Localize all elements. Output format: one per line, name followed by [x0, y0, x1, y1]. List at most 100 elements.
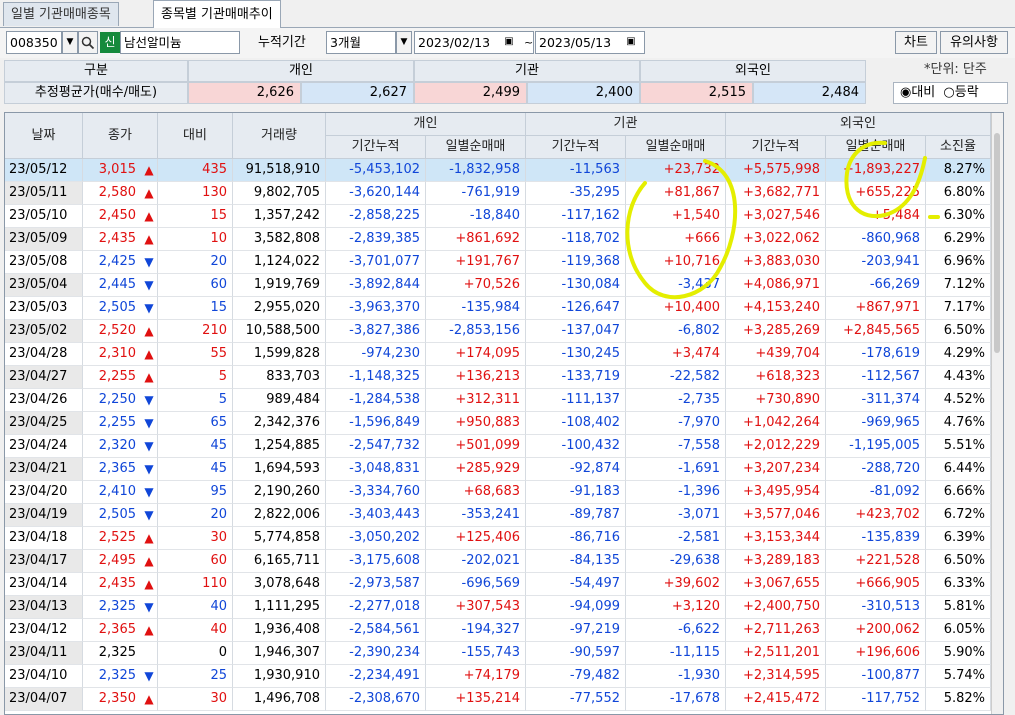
header-individual: 개인 — [326, 113, 526, 136]
table-row[interactable]: 23/05/08 2,425 ▼ 20 1,124,022 -3,701,077 +191,… — [5, 251, 995, 274]
table-row[interactable]: 23/05/11 2,580 ▲ 130 9,802,705 -3,620,144 -761… — [5, 182, 995, 205]
cell-ind-daily: -761,919 — [426, 182, 526, 205]
cell-ind-cum: -1,284,538 — [326, 389, 426, 412]
cell-for-daily: +2,845,565 — [826, 320, 926, 343]
table-row[interactable]: 23/05/02 2,520 ▲ 210 10,588,500 -3,827,386 -2,… — [5, 320, 995, 343]
header-change: 대비 — [158, 113, 233, 159]
table-row[interactable]: 23/04/25 2,255 ▼ 65 2,342,376 -1,596,849 +950,… — [5, 412, 995, 435]
table-row[interactable]: 23/04/18 2,525 ▲ 30 5,774,858 -3,050,202 +125,… — [5, 527, 995, 550]
cell-exhaust: 6.29% — [926, 228, 991, 251]
cell-change: 60 — [158, 274, 233, 297]
company-name-field[interactable]: 남선알미늄 — [120, 31, 240, 54]
cell-close: 2,325 — [83, 665, 141, 688]
scrollbar-thumb[interactable] — [994, 133, 1000, 353]
cell-for-daily: -969,965 — [826, 412, 926, 435]
summary-row-label: 추정평균가(매수/매도) — [4, 82, 188, 104]
cell-volume: 1,936,408 — [233, 619, 326, 642]
table-row[interactable]: 23/04/27 2,255 ▲ 5 833,703 -1,148,325 +136,213… — [5, 366, 995, 389]
search-button[interactable] — [78, 31, 98, 54]
chevron-down-icon: ▼ — [66, 37, 74, 47]
summary-institution-header: 기관 — [414, 60, 640, 82]
code-dropdown-button[interactable]: ▼ — [62, 31, 78, 54]
cell-for-daily: +200,062 — [826, 619, 926, 642]
cell-close: 2,505 — [83, 297, 141, 320]
cell-ind-cum: -2,308,670 — [326, 688, 426, 711]
table-row[interactable]: 23/04/28 2,310 ▲ 55 1,599,828 -974,230 +174,09… — [5, 343, 995, 366]
table-row[interactable]: 23/04/07 2,350 ▲ 30 1,496,708 -2,308,670 +135,… — [5, 688, 995, 711]
cell-inst-daily: +39,602 — [626, 573, 726, 596]
table-row[interactable]: 23/04/10 2,325 ▼ 25 1,930,910 -2,234,491 +74,1… — [5, 665, 995, 688]
cell-close: 2,325 — [83, 596, 141, 619]
individual-buy-avg: 2,626 — [188, 82, 301, 104]
cell-close: 2,325 — [83, 642, 141, 665]
cell-close: 2,250 — [83, 389, 141, 412]
vertical-scrollbar[interactable] — [991, 113, 1003, 714]
cell-volume: 91,518,910 — [233, 159, 326, 182]
cell-inst-daily: +23,732 — [626, 159, 726, 182]
notice-button[interactable]: 유의사항 — [940, 31, 1008, 54]
table-row[interactable]: 23/05/09 2,435 ▲ 10 3,582,808 -2,839,385 +861,… — [5, 228, 995, 251]
cell-close: 2,350 — [83, 688, 141, 711]
cell-exhaust: 4.29% — [926, 343, 991, 366]
table-row[interactable]: 23/05/10 2,450 ▲ 15 1,357,242 -2,858,225 -18,8… — [5, 205, 995, 228]
cell-inst-daily: -2,581 — [626, 527, 726, 550]
period-dropdown-button[interactable]: ▼ — [396, 31, 412, 54]
cell-ind-cum: -1,596,849 — [326, 412, 426, 435]
trading-grid: 날짜 종가 대비 거래량 개인 기관 외국인 기간누적 일별순매매 기간누적 일… — [4, 112, 1004, 715]
table-row[interactable]: 23/04/26 2,250 ▼ 5 989,484 -1,284,538 +312,311… — [5, 389, 995, 412]
cell-exhaust: 5.81% — [926, 596, 991, 619]
period-select[interactable]: 3개월 — [326, 31, 396, 54]
cell-exhaust: 5.51% — [926, 435, 991, 458]
cell-exhaust: 5.90% — [926, 642, 991, 665]
cell-volume: 6,165,711 — [233, 550, 326, 573]
cell-for-daily: -112,567 — [826, 366, 926, 389]
chart-button[interactable]: 차트 — [895, 31, 937, 54]
cell-for-cum: +3,153,344 — [726, 527, 826, 550]
stock-code-input[interactable]: 008350 — [6, 31, 62, 54]
cell-change: 5 — [158, 366, 233, 389]
radio-rise-fall[interactable]: ○등락 — [943, 85, 978, 100]
table-row[interactable]: 23/04/21 2,365 ▼ 45 1,694,593 -3,048,831 +285,… — [5, 458, 995, 481]
header-volume: 거래량 — [233, 113, 326, 159]
table-row[interactable]: 23/05/03 2,505 ▼ 15 2,955,020 -3,963,370 -135,… — [5, 297, 995, 320]
cell-inst-cum: -119,368 — [526, 251, 626, 274]
table-row[interactable]: 23/04/24 2,320 ▼ 45 1,254,885 -2,547,732 +501,… — [5, 435, 995, 458]
cell-volume: 1,496,708 — [233, 688, 326, 711]
cell-date: 23/04/10 — [5, 665, 83, 688]
cell-change: 15 — [158, 297, 233, 320]
radio-change[interactable]: ◉대비 — [900, 85, 935, 100]
cell-ind-cum: -3,620,144 — [326, 182, 426, 205]
tab-daily-institution[interactable]: 일별 기관매매종목 — [3, 2, 119, 26]
table-row[interactable]: 23/04/12 2,365 ▲ 40 1,936,408 -2,584,561 -194,… — [5, 619, 995, 642]
arrow-up-icon: ▲ — [141, 573, 158, 596]
cell-exhaust: 5.74% — [926, 665, 991, 688]
table-row[interactable]: 23/05/04 2,445 ▼ 60 1,919,769 -3,892,844 +70,5… — [5, 274, 995, 297]
cell-date: 23/04/14 — [5, 573, 83, 596]
cell-exhaust: 6.33% — [926, 573, 991, 596]
calendar-icon[interactable]: ▣ — [622, 33, 640, 52]
cell-close: 2,495 — [83, 550, 141, 573]
table-row[interactable]: 23/04/20 2,410 ▼ 95 2,190,260 -3,334,760 +68,6… — [5, 481, 995, 504]
cell-ind-cum: -3,050,202 — [326, 527, 426, 550]
table-row[interactable]: 23/04/14 2,435 ▲ 110 3,078,648 -2,973,587 -696… — [5, 573, 995, 596]
date-separator: ~ — [524, 36, 534, 49]
cell-change: 95 — [158, 481, 233, 504]
cell-date: 23/04/28 — [5, 343, 83, 366]
cell-close: 2,580 — [83, 182, 141, 205]
cell-inst-daily: -7,558 — [626, 435, 726, 458]
table-row[interactable]: 23/04/11 2,325 0 1,946,307 -2,390,234 -155,74… — [5, 642, 995, 665]
table-row[interactable]: 23/05/12 3,015 ▲ 435 91,518,910 -5,453,102 -1,… — [5, 159, 995, 182]
table-row[interactable]: 23/04/13 2,325 ▼ 40 1,111,295 -2,277,018 +307,… — [5, 596, 995, 619]
cell-ind-daily: -194,327 — [426, 619, 526, 642]
tab-stock-institution-trend[interactable]: 종목별 기관매매추이 — [153, 0, 281, 28]
cell-for-cum: +3,495,954 — [726, 481, 826, 504]
calendar-icon[interactable]: ▣ — [500, 33, 518, 52]
table-row[interactable]: 23/04/19 2,505 ▼ 20 2,822,006 -3,403,443 -353,… — [5, 504, 995, 527]
cell-for-cum: +439,704 — [726, 343, 826, 366]
cell-inst-cum: -111,137 — [526, 389, 626, 412]
cell-for-daily: +5,484 — [826, 205, 926, 228]
arrow-up-icon: ▲ — [141, 550, 158, 573]
table-row[interactable]: 23/04/17 2,495 ▲ 60 6,165,711 -3,175,608 -202,… — [5, 550, 995, 573]
cell-ind-daily: -1,832,958 — [426, 159, 526, 182]
cell-for-cum: +3,022,062 — [726, 228, 826, 251]
